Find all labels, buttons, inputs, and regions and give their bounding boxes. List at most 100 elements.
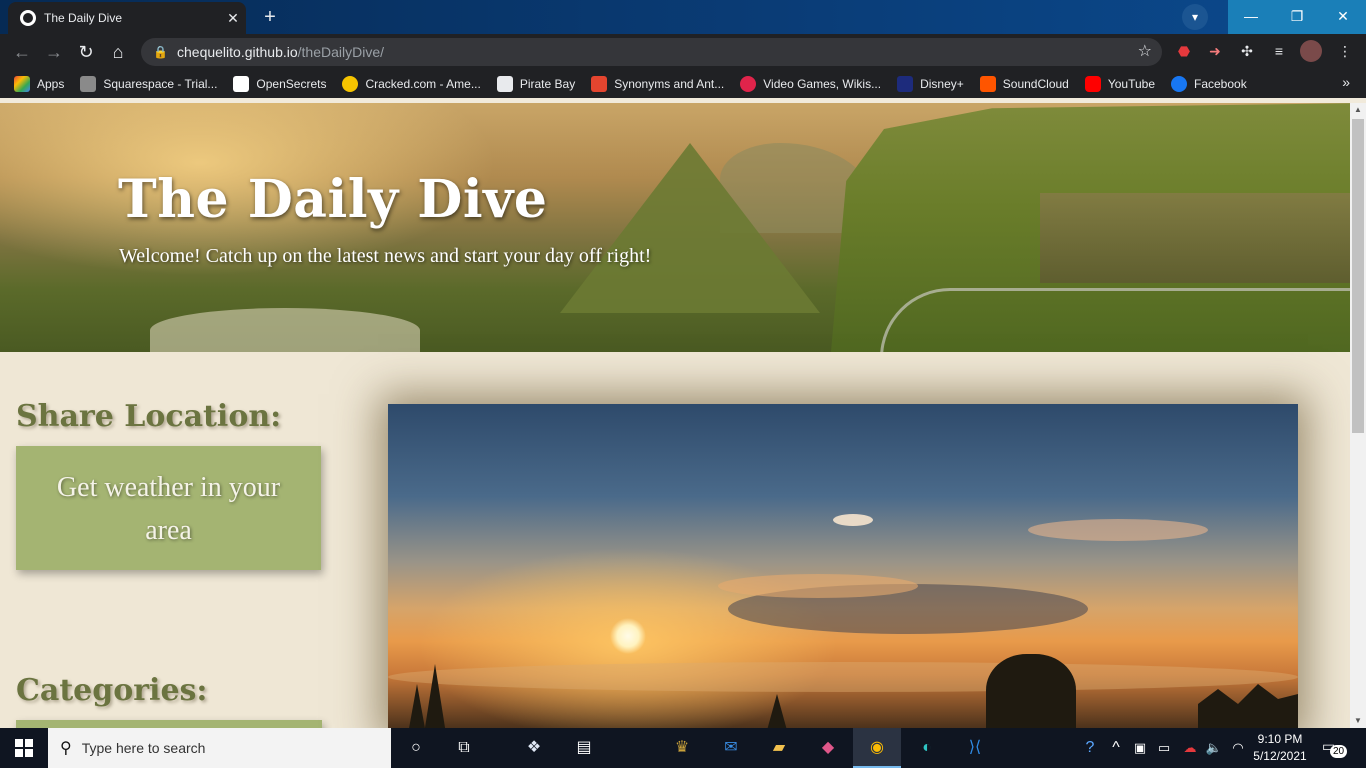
minimize-button[interactable]: — <box>1228 0 1274 34</box>
bookmark-youtube[interactable]: YouTube <box>1084 76 1155 92</box>
browser-titlebar: The Daily Dive ✕ + ▾ — ❐ ✕ <box>0 0 1366 34</box>
mist-layer <box>388 662 1298 692</box>
hero-road <box>880 288 1350 352</box>
apps-grid-icon <box>14 76 30 92</box>
bookmark-piratebay[interactable]: Pirate Bay <box>496 76 576 92</box>
page-title: The Daily Dive <box>118 169 548 230</box>
search-icon: ⚲ <box>60 740 72 757</box>
more-bookmarks-icon[interactable]: » <box>1342 74 1350 90</box>
onedrive-error-icon[interactable]: ☁ <box>1178 736 1202 760</box>
forward-icon[interactable]: → <box>38 36 70 68</box>
tree-silhouette <box>766 694 788 728</box>
chrome-icon: ◉ <box>870 739 884 756</box>
volume-icon[interactable]: 🔈 <box>1202 736 1226 760</box>
adblock-extension-icon[interactable]: ⬣ <box>1173 40 1195 62</box>
cortana-icon[interactable]: ○ <box>404 736 428 760</box>
close-window-button[interactable]: ✕ <box>1320 0 1366 34</box>
action-center-icon[interactable]: ▭ 20 <box>1322 738 1348 758</box>
hero-mountain-peak <box>560 143 820 313</box>
tray-chevron-up-icon[interactable]: ^ <box>1104 736 1128 760</box>
menu-kebab-icon[interactable]: ⋮ <box>1334 40 1356 62</box>
tab-search-icon[interactable]: ▾ <box>1182 4 1208 30</box>
eye-icon <box>233 76 250 92</box>
dropbox-icon[interactable]: ❖ <box>522 736 546 760</box>
start-button[interactable] <box>0 728 48 768</box>
mail-icon[interactable]: ✉ <box>719 736 743 760</box>
taskbar-clock[interactable]: 9:10 PM 5/12/2021 <box>1250 731 1310 765</box>
media-control-icon[interactable]: ≡ <box>1268 40 1290 62</box>
cloud-shape <box>833 514 873 526</box>
reload-icon[interactable]: ↻ <box>70 36 102 68</box>
page-subtitle: Welcome! Catch up on the latest news and… <box>119 245 652 267</box>
bookmark-label: Facebook <box>1194 77 1247 91</box>
notes-app-icon[interactable]: ▤ <box>572 736 596 760</box>
hero-lake <box>150 308 420 352</box>
scroll-down-icon[interactable]: ▼ <box>1350 714 1366 728</box>
restore-button[interactable]: ❐ <box>1274 0 1320 34</box>
profile-avatar[interactable] <box>1300 40 1322 62</box>
taskbar-search-placeholder: Type here to search <box>81 740 206 756</box>
video-extension-icon[interactable]: ➜ <box>1204 40 1226 62</box>
bookmark-label: SoundCloud <box>1002 77 1069 91</box>
meet-now-icon[interactable]: ▣ <box>1128 736 1152 760</box>
category-button[interactable] <box>16 720 322 728</box>
featured-image-sunset <box>388 404 1298 728</box>
help-icon[interactable]: ? <box>1078 736 1102 760</box>
taskbar-search-box[interactable]: ⚲ Type here to search <box>48 728 391 768</box>
bookmark-soundcloud[interactable]: SoundCloud <box>979 76 1069 92</box>
bookmark-opensecrets[interactable]: OpenSecrets <box>233 76 326 92</box>
notification-count-badge: 20 <box>1330 745 1348 758</box>
windows-taskbar: ⚲ Type here to search ○ ⧉ ❖ ▤ ♛ ✉ ▰ ◆ ◉ … <box>0 728 1366 768</box>
youtube-icon <box>1084 76 1101 92</box>
extensions-puzzle-icon[interactable]: ✣ <box>1236 40 1258 62</box>
bookmark-synonyms[interactable]: Synonyms and Ant... <box>591 76 724 92</box>
bookmark-label: Video Games, Wikis... <box>763 77 882 91</box>
bookmark-apps[interactable]: Apps <box>14 76 64 92</box>
vscode-icon[interactable]: ⟩⟨ <box>963 736 987 760</box>
back-icon[interactable]: ← <box>6 36 38 68</box>
share-location-heading: Share Location: <box>16 399 282 434</box>
get-weather-button[interactable]: Get weather in your area <box>16 446 321 570</box>
cracked-c-icon <box>342 76 359 92</box>
categories-heading: Categories: <box>16 673 208 708</box>
tab-close-icon[interactable]: ✕ <box>224 10 242 27</box>
lock-icon[interactable]: 🔒 <box>153 45 169 59</box>
bookmark-label: OpenSecrets <box>256 77 327 91</box>
game-app-icon[interactable]: ♛ <box>670 736 694 760</box>
bookmark-star-icon[interactable]: ☆ <box>1138 41 1152 61</box>
bookmark-disney[interactable]: Disney+ <box>897 76 964 92</box>
tree-silhouette <box>408 684 426 728</box>
edge-icon[interactable]: ◐ <box>915 736 939 760</box>
window-controls: ▾ — ❐ ✕ <box>1182 0 1366 34</box>
tree-silhouette <box>986 654 1076 728</box>
wifi-icon[interactable]: ◠ <box>1226 736 1250 760</box>
page-scrollbar[interactable]: ▲ ▼ <box>1350 103 1366 728</box>
task-view-icon[interactable]: ⧉ <box>452 736 476 760</box>
bookmark-label: Pirate Bay <box>519 77 576 91</box>
file-explorer-icon[interactable]: ▰ <box>767 736 791 760</box>
hero-cliffs <box>1040 193 1350 283</box>
clock-time: 9:10 PM <box>1257 732 1303 746</box>
scroll-up-icon[interactable]: ▲ <box>1350 103 1366 117</box>
address-bar[interactable]: 🔒 chequelito.github.io/theDailyDive/ ☆ <box>141 38 1162 66</box>
git-app-icon[interactable]: ◆ <box>816 736 840 760</box>
bookmark-label: Cracked.com - Ame... <box>365 77 481 91</box>
home-icon[interactable]: ⌂ <box>102 36 134 68</box>
bookmark-fandom[interactable]: Video Games, Wikis... <box>740 76 881 92</box>
bookmark-facebook[interactable]: Facebook <box>1171 76 1247 92</box>
battery-icon[interactable]: ▭ <box>1152 736 1176 760</box>
bookmark-cracked[interactable]: Cracked.com - Ame... <box>342 76 481 92</box>
bookmark-label: Apps <box>37 77 65 91</box>
web-page: The Daily Dive Welcome! Catch up on the … <box>0 103 1350 728</box>
bookmark-squarespace[interactable]: Squarespace - Trial... <box>80 76 217 92</box>
bookmark-label: YouTube <box>1107 77 1155 91</box>
scrollbar-thumb[interactable] <box>1352 119 1364 433</box>
tab-title: The Daily Dive <box>44 11 123 25</box>
browser-tab[interactable]: The Daily Dive ✕ <box>8 2 246 34</box>
tree-silhouette <box>1198 684 1298 728</box>
url-host: chequelito.github.io <box>177 44 298 60</box>
new-tab-button[interactable]: + <box>258 6 282 28</box>
cloud-shape <box>718 574 918 598</box>
cube-icon <box>80 76 97 92</box>
soundcloud-icon <box>979 76 996 92</box>
